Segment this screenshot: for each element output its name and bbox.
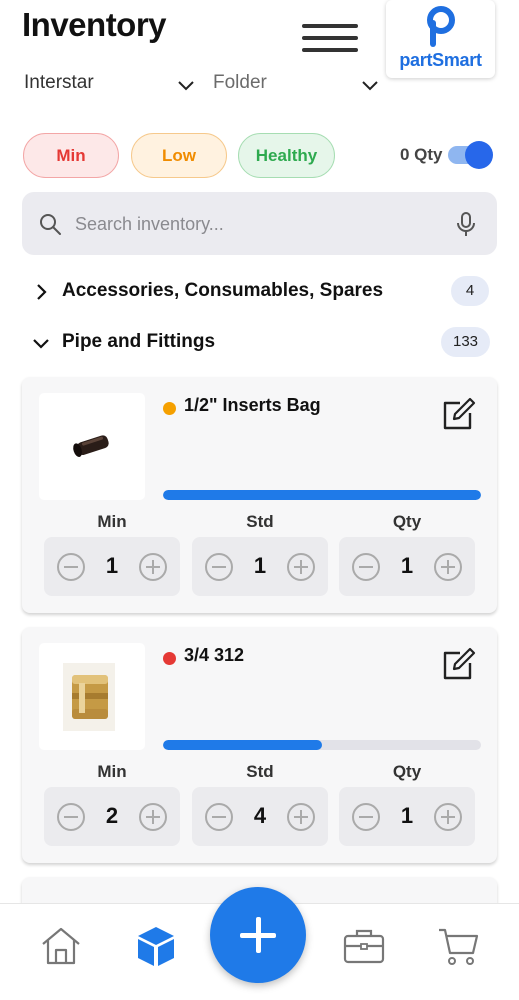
hamburger-line	[302, 24, 358, 28]
plus-circle-icon[interactable]	[433, 552, 463, 582]
partsmart-logo: partSmart	[386, 0, 495, 78]
min-label: Min	[97, 512, 127, 531]
pipe-insert-image	[73, 435, 109, 457]
inventory-item-card[interactable]: 3/4 312 Min Std Qty 2 4 1	[22, 627, 497, 863]
chevron-down-icon	[178, 81, 194, 91]
std-value: 4	[253, 803, 267, 828]
zero-qty-label: 0 Qty	[400, 145, 443, 164]
stock-progress-bar	[163, 490, 481, 500]
inventory-item-card[interactable]: 1/2" Inserts Bag Min Std Qty 1 1 1	[22, 377, 497, 613]
category-count-badge: 133	[441, 327, 490, 357]
minus-circle-icon[interactable]	[204, 802, 234, 832]
plus-icon	[256, 917, 261, 953]
item-name: 1/2" Inserts Bag	[184, 395, 321, 415]
std-label: Std	[246, 512, 274, 531]
stock-progress-fill	[163, 740, 322, 750]
minus-circle-icon[interactable]	[56, 552, 86, 582]
folder-select[interactable]: Folder	[213, 72, 381, 100]
min-stepper: 1	[44, 537, 180, 596]
qty-label: Qty	[392, 512, 422, 531]
item-thumbnail	[39, 393, 145, 500]
microphone-icon[interactable]	[455, 211, 477, 237]
std-value: 1	[253, 553, 267, 578]
minus-circle-icon[interactable]	[351, 802, 381, 832]
item-name: 3/4 312	[184, 645, 245, 665]
filter-min-pill[interactable]: Min	[23, 133, 119, 178]
menu-button[interactable]	[302, 24, 358, 58]
plus-circle-icon[interactable]	[138, 802, 168, 832]
min-label: Min	[97, 762, 127, 781]
category-pipe-fittings[interactable]: Pipe and Fittings 133	[22, 327, 497, 361]
category-accessories[interactable]: Accessories, Consumables, Spares 4	[22, 276, 497, 310]
edit-icon[interactable]	[440, 397, 476, 433]
qty-label: Qty	[392, 762, 422, 781]
chevron-down-icon	[362, 81, 378, 91]
search-bar	[22, 192, 497, 255]
qty-stepper: 1	[339, 537, 475, 596]
category-label: Pipe and Fittings	[62, 331, 216, 352]
qty-stepper: 1	[339, 787, 475, 846]
briefcase-icon[interactable]	[342, 924, 386, 968]
category-label: Accessories, Consumables, Spares	[62, 280, 384, 301]
chevron-down-icon	[33, 339, 49, 349]
hamburger-line	[302, 36, 358, 40]
status-dot	[163, 652, 176, 665]
toggle-knob	[465, 141, 493, 169]
minus-circle-icon[interactable]	[56, 802, 86, 832]
qty-value: 1	[400, 553, 414, 578]
page-title: Inventory	[22, 6, 167, 43]
plus-circle-icon[interactable]	[138, 552, 168, 582]
cart-icon[interactable]	[437, 924, 481, 968]
filter-low-pill[interactable]: Low	[131, 133, 227, 178]
company-select-value: Interstar	[24, 72, 94, 93]
filter-healthy-pill[interactable]: Healthy	[238, 133, 335, 178]
minus-circle-icon[interactable]	[204, 552, 234, 582]
min-value: 1	[105, 553, 119, 578]
min-stepper: 2	[44, 787, 180, 846]
search-input[interactable]	[75, 206, 445, 242]
std-stepper: 4	[192, 787, 328, 846]
std-stepper: 1	[192, 537, 328, 596]
plus-circle-icon[interactable]	[286, 552, 316, 582]
item-thumbnail	[39, 643, 145, 750]
min-value: 2	[105, 803, 119, 828]
edit-icon[interactable]	[440, 647, 476, 683]
inventory-icon[interactable]	[134, 924, 178, 968]
stock-progress-fill	[163, 490, 481, 500]
home-icon[interactable]	[39, 924, 83, 968]
zero-qty-toggle[interactable]	[448, 141, 494, 169]
logo-text: partSmart	[399, 50, 482, 70]
search-icon	[40, 214, 61, 235]
partsmart-p-icon	[427, 6, 455, 47]
add-button[interactable]	[210, 887, 306, 983]
std-label: Std	[246, 762, 274, 781]
category-count-badge: 4	[451, 276, 489, 306]
stock-progress-bar	[163, 740, 481, 750]
company-select[interactable]: Interstar	[24, 72, 196, 100]
status-dot	[163, 402, 176, 415]
brass-fitting-image	[63, 663, 115, 731]
minus-circle-icon[interactable]	[351, 552, 381, 582]
qty-value: 1	[400, 803, 414, 828]
plus-circle-icon[interactable]	[433, 802, 463, 832]
hamburger-line	[302, 48, 358, 52]
folder-select-placeholder: Folder	[213, 72, 267, 93]
plus-circle-icon[interactable]	[286, 802, 316, 832]
chevron-right-icon	[37, 284, 47, 300]
